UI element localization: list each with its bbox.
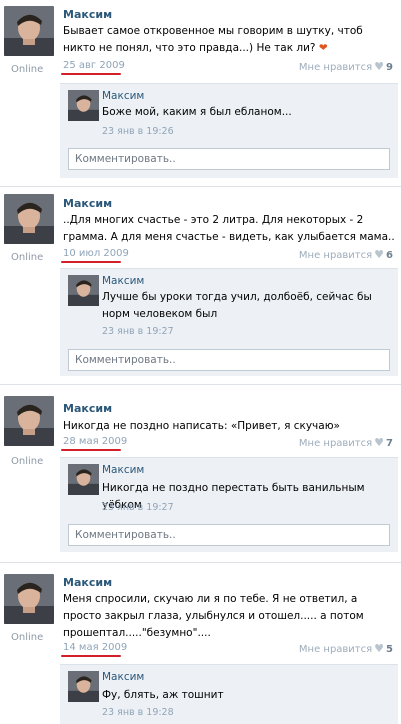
post-text: Меня спросили, скучаю ли я по тебе. Я не… — [63, 593, 364, 639]
comment-author[interactable]: Максим — [102, 275, 144, 287]
comment-author[interactable]: Максим — [102, 90, 144, 102]
red-underline — [61, 261, 121, 263]
avatar-photo — [68, 90, 99, 121]
online-status: Online — [11, 252, 44, 263]
post-divider — [0, 186, 401, 187]
heart-icon: ♥ — [374, 248, 385, 261]
heart-icon: ♥ — [374, 436, 385, 449]
heart-emoji: ❤ — [318, 42, 328, 54]
avatar[interactable] — [4, 6, 54, 56]
comment-text: Лучше бы уроки тогда учил, долбоёб, сейч… — [102, 291, 372, 320]
post-date[interactable]: 25 авг 2009 — [63, 60, 125, 71]
comment-date[interactable]: 23 янв в 19:26 — [102, 126, 174, 137]
comment-input[interactable]: Комментировать.. — [68, 524, 390, 546]
post-divider — [0, 384, 401, 385]
online-status: Online — [11, 64, 44, 75]
like-label: Мне нравится — [298, 644, 373, 655]
post-author[interactable]: Максим — [63, 576, 112, 589]
heart-icon: ♥ — [374, 642, 385, 655]
comment-block: Максим Боже мой, каким я был ебланом... … — [60, 83, 398, 178]
heart-icon: ♥ — [374, 60, 385, 73]
comment-avatar[interactable] — [68, 671, 99, 702]
like-label: Мне нравится — [298, 250, 373, 261]
avatar-photo — [4, 194, 54, 244]
like-count: 9 — [386, 62, 393, 73]
avatar-photo — [4, 396, 54, 446]
comment-avatar[interactable] — [68, 464, 99, 495]
wall-post: Online Максим Бывает самое откровенное м… — [0, 0, 401, 180]
avatar-photo — [4, 6, 54, 56]
like-label: Мне нравится — [298, 62, 373, 73]
like-count: 5 — [386, 644, 393, 655]
avatar-photo — [68, 671, 99, 702]
comment-text: Боже мой, каким я был ебланом... — [102, 106, 292, 118]
red-underline — [61, 449, 121, 451]
avatar-photo — [4, 574, 54, 624]
post-text: Бывает самое откровенное мы говорим в шу… — [63, 23, 395, 57]
comment-avatar[interactable] — [68, 90, 99, 121]
comment-block: Максим Лучше бы уроки тогда учил, долбоё… — [60, 268, 398, 376]
avatar-photo — [68, 275, 99, 306]
post-text-body: Бывает самое откровенное мы говорим в шу… — [63, 25, 363, 54]
online-status: Online — [11, 456, 44, 467]
comment-author[interactable]: Максим — [102, 464, 144, 476]
comment-block: Максим Фу, блять, аж тошнит 23 янв в 19:… — [60, 664, 398, 724]
post-date[interactable]: 10 июл 2009 — [63, 248, 129, 259]
post-date[interactable]: 28 мая 2009 — [63, 436, 127, 447]
comment-input[interactable]: Комментировать.. — [68, 148, 390, 170]
comment-text: Фу, блять, аж тошнит — [102, 689, 224, 701]
avatar[interactable] — [4, 194, 54, 244]
comment-block: Максим Никогда не поздно перестать быть … — [60, 457, 398, 552]
post-divider — [0, 562, 401, 563]
avatar[interactable] — [4, 574, 54, 624]
comment-avatar[interactable] — [68, 275, 99, 306]
post-author[interactable]: Максим — [63, 402, 112, 415]
post-author[interactable]: Максим — [63, 197, 112, 210]
post-text: Никогда не поздно написать: «Привет, я с… — [63, 420, 340, 432]
like-button[interactable]: Мне нравится ♥ 7 — [299, 436, 393, 449]
red-underline — [61, 655, 121, 657]
like-button[interactable]: Мне нравится ♥ 5 — [299, 642, 393, 655]
wall-post: Online Максим Меня спросили, скучаю ли я… — [0, 568, 401, 724]
avatar[interactable] — [4, 396, 54, 446]
like-count: 6 — [386, 250, 393, 261]
comment-date[interactable]: 23 янв в 19:27 — [102, 502, 174, 513]
like-label: Мне нравится — [298, 438, 373, 449]
comment-date[interactable]: 23 янв в 19:28 — [102, 707, 174, 718]
comment-author[interactable]: Максим — [102, 671, 144, 683]
post-date[interactable]: 14 мая 2009 — [63, 642, 127, 653]
online-status: Online — [11, 632, 44, 643]
post-author[interactable]: Максим — [63, 8, 112, 21]
like-count: 7 — [386, 438, 393, 449]
like-button[interactable]: Мне нравится ♥ 6 — [299, 248, 393, 261]
comment-date[interactable]: 23 янв в 19:27 — [102, 326, 174, 337]
post-text: ..Для многих счастье - это 2 литра. Для … — [63, 214, 395, 243]
red-underline — [61, 73, 121, 75]
wall-post: Online Максим Никогда не поздно написать… — [0, 390, 401, 560]
avatar-photo — [68, 464, 99, 495]
wall-post: Online Максим ..Для многих счастье - это… — [0, 192, 401, 382]
like-button[interactable]: Мне нравится ♥ 9 — [299, 60, 393, 73]
comment-input[interactable]: Комментировать.. — [68, 349, 390, 371]
